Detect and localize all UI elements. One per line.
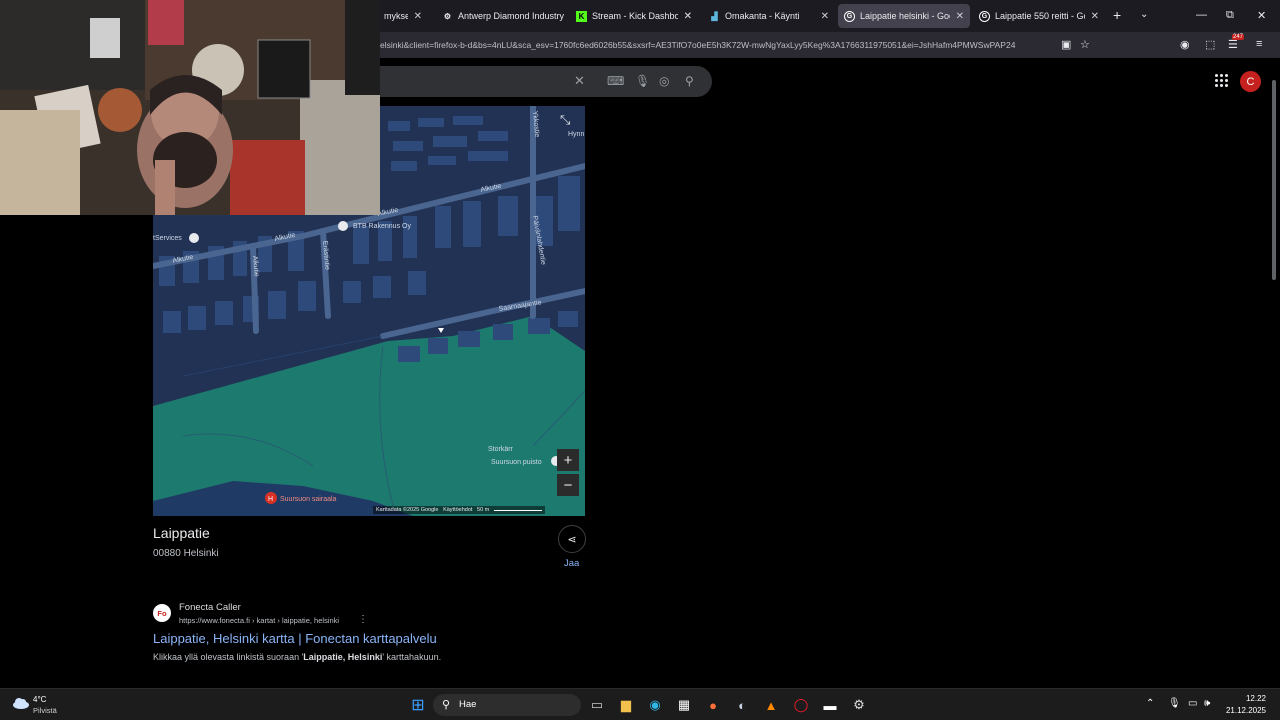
tray-chevron-up-icon[interactable]: ⌃ bbox=[1146, 698, 1154, 709]
reader-view-icon[interactable]: ▣ bbox=[1061, 38, 1071, 51]
result-snippet: Klikkaa yllä olevasta linkistä suoraan '… bbox=[153, 652, 441, 662]
close-icon[interactable]: ✕ bbox=[956, 11, 964, 22]
close-icon[interactable]: ✕ bbox=[1091, 11, 1099, 22]
weather-temperature[interactable]: 4°C bbox=[33, 695, 46, 704]
search-icon[interactable]: ⚲ bbox=[685, 74, 694, 88]
map-label: Storkärr bbox=[488, 446, 514, 453]
steam-icon[interactable]: ◐ bbox=[733, 696, 751, 714]
extension-badge: 247 bbox=[1232, 34, 1245, 40]
map-label: Hynn bbox=[568, 131, 584, 138]
expand-map-icon[interactable]: ⤡ bbox=[560, 112, 570, 128]
place-address: 00880 Helsinki bbox=[153, 548, 219, 559]
place-title: Laippatie bbox=[153, 525, 210, 541]
map-label: tServices bbox=[153, 235, 182, 242]
opera-icon[interactable]: ◯ bbox=[792, 696, 810, 714]
poi-pin-icon[interactable] bbox=[189, 233, 199, 243]
lens-camera-icon[interactable]: ◎ bbox=[659, 74, 669, 88]
map-data-credit: Karttadata ©2025 Google bbox=[376, 507, 439, 513]
keyboard-icon[interactable]: ⌨ bbox=[607, 74, 624, 88]
tab-label: Omakanta - Käynti bbox=[725, 11, 800, 21]
new-tab-plus-icon[interactable]: + bbox=[1113, 7, 1121, 23]
windows-start-icon[interactable]: ⊞ bbox=[409, 696, 427, 714]
microphone-icon[interactable]: 🎙︎ bbox=[635, 74, 650, 88]
close-icon[interactable]: ✕ bbox=[684, 11, 692, 22]
tab-label: Laippatie helsinki - Google bbox=[860, 11, 950, 21]
result-title-link[interactable]: Laippatie, Helsinki kartta | Fonectan ka… bbox=[153, 631, 437, 646]
firefox-icon[interactable]: ● bbox=[704, 696, 722, 714]
map-scale-bar bbox=[493, 510, 542, 511]
share-icon: ⋖ bbox=[567, 533, 577, 546]
bookmark-star-icon[interactable]: ☆ bbox=[1080, 38, 1090, 51]
snippet-text: Klikkaa yllä olevasta linkistä suoraan ' bbox=[153, 652, 304, 662]
window-close-icon[interactable]: ✕ bbox=[1257, 9, 1266, 22]
map-label: BTB Rakennus Oy bbox=[353, 223, 411, 230]
minimize-icon[interactable]: — bbox=[1196, 9, 1207, 21]
hospital-letter: H bbox=[268, 496, 273, 503]
gear-favicon-icon: ⚙ bbox=[443, 11, 452, 21]
cloud-weather-icon[interactable] bbox=[12, 697, 30, 709]
tab-label: mykset hi bbox=[384, 11, 408, 21]
google-favicon-icon: G bbox=[844, 10, 855, 22]
map-attribution: Karttadata ©2025 Google Käyttöehdot 50 m bbox=[373, 506, 545, 514]
webcam-overlay bbox=[0, 0, 380, 215]
account-icon[interactable]: ◉ bbox=[1180, 38, 1190, 51]
tab-omakanta[interactable]: ▟ Omakanta - Käynti ✕ bbox=[703, 4, 835, 28]
snippet-bold: Laippatie, Helsinki bbox=[303, 652, 383, 662]
clock-date[interactable]: 21.12.2025 bbox=[1224, 706, 1266, 715]
result-more-icon[interactable]: ⋮ bbox=[358, 614, 368, 625]
webcam-image bbox=[0, 0, 380, 215]
close-icon[interactable]: ✕ bbox=[821, 11, 829, 22]
tab-list-chevron-icon[interactable]: ⌄ bbox=[1140, 9, 1148, 20]
volume-icon[interactable]: 🕪 bbox=[1204, 698, 1210, 709]
map-label: Suursuon puisto bbox=[491, 459, 542, 466]
share-label[interactable]: Jaa bbox=[564, 558, 579, 569]
account-avatar[interactable]: C bbox=[1240, 71, 1261, 92]
weather-description[interactable]: Pilvistä bbox=[33, 706, 57, 715]
zoom-in-button[interactable]: + bbox=[557, 449, 579, 471]
terminal-icon[interactable]: ▬ bbox=[821, 696, 839, 714]
clock-time[interactable]: 12.22 bbox=[1238, 694, 1266, 703]
tab-label: Laippatie 550 reitti - Google bbox=[995, 11, 1085, 21]
close-icon[interactable]: ✕ bbox=[414, 11, 422, 22]
edge-browser-icon[interactable]: ◉ bbox=[646, 696, 664, 714]
tab-kick-dashboard[interactable]: K Stream - Kick Dashboard ✕ bbox=[570, 4, 698, 28]
url-field[interactable]: elsinki&client=firefox-b-d&bs=4nLU&sca_e… bbox=[380, 40, 1056, 50]
result-site-name[interactable]: Fonecta Caller bbox=[179, 602, 241, 613]
network-icon[interactable]: ▭ bbox=[1188, 698, 1197, 709]
omakanta-favicon-icon: ▟ bbox=[711, 11, 718, 21]
result-url[interactable]: https://www.fonecta.fi › kartat › laippa… bbox=[179, 616, 339, 625]
file-explorer-icon[interactable]: ▆ bbox=[617, 696, 635, 714]
map-terms-link[interactable]: Käyttöehdot bbox=[443, 507, 472, 513]
tab-laippatie-helsinki[interactable]: G Laippatie helsinki - Google ✕ bbox=[838, 4, 970, 28]
microphone-icon[interactable]: 🎙︎ bbox=[1168, 698, 1181, 709]
zoom-out-button[interactable]: − bbox=[557, 474, 579, 496]
map-scale-label: 50 m bbox=[477, 507, 490, 513]
extensions-icon[interactable]: ⬚ bbox=[1205, 38, 1215, 51]
page-scrollbar[interactable] bbox=[1272, 80, 1276, 280]
search-icon: ⚲ bbox=[442, 699, 451, 711]
taskbar-search[interactable]: ⚲ Hae bbox=[433, 694, 581, 716]
poi-pin-icon[interactable] bbox=[338, 221, 348, 231]
taskbar-search-label: Hae bbox=[459, 699, 477, 710]
share-button[interactable]: ⋖ bbox=[558, 525, 586, 553]
fonecta-favicon-icon: Fo bbox=[153, 604, 171, 622]
settings-gear-icon[interactable]: ⚙ bbox=[850, 696, 868, 714]
extension-badge-icon[interactable]: ☰ 247 bbox=[1228, 34, 1245, 51]
tab-mykset[interactable]: mykset hi ✕ bbox=[378, 4, 428, 28]
snippet-text: ' karttahakuun. bbox=[382, 652, 442, 662]
google-favicon-icon: G bbox=[979, 10, 990, 22]
restore-icon[interactable]: ⧉ bbox=[1226, 9, 1234, 22]
clear-x-icon[interactable]: ✕ bbox=[574, 73, 585, 89]
search-box[interactable]: ✕ ⌨ 🎙︎ ◎ ⚲ bbox=[380, 66, 712, 97]
google-apps-icon[interactable] bbox=[1215, 74, 1229, 88]
tab-laippatie-reitti[interactable]: G Laippatie 550 reitti - Google ✕ bbox=[973, 4, 1105, 28]
map-label: Suursuon sairaala bbox=[280, 496, 337, 503]
tab-label: Stream - Kick Dashboard bbox=[592, 11, 678, 21]
microsoft-store-icon[interactable]: ▦ bbox=[675, 696, 693, 714]
windows-taskbar: 4°C Pilvistä ⊞ ⚲ Hae ▭ ▆ ◉ ▦ ● ◐ ▲ ◯ ▬ ⚙… bbox=[0, 688, 1280, 720]
vlc-icon[interactable]: ▲ bbox=[762, 696, 780, 714]
kick-favicon-icon: K bbox=[576, 10, 587, 22]
task-view-icon[interactable]: ▭ bbox=[588, 696, 606, 714]
menu-hamburger-icon[interactable]: ≡ bbox=[1256, 38, 1262, 50]
